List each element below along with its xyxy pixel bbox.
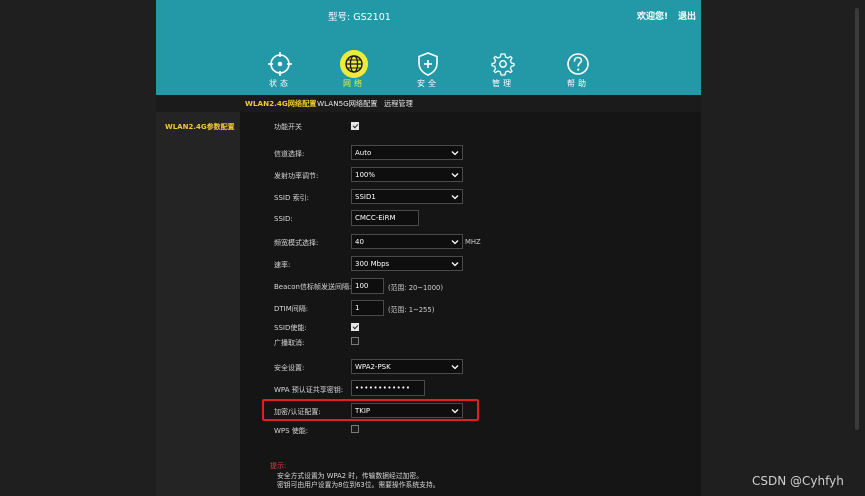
bandwidth-label: 频宽模式选择: [274,239,319,247]
dtim-hint: (范围: 1~255) [388,306,435,314]
ssid-enable-label: SSID使能: [274,324,307,332]
wps-label: WPS 使能: [274,427,309,435]
chevron-down-icon [451,173,459,178]
logout-link[interactable]: 退出 [678,9,696,22]
nav-management[interactable]: 管理 [479,50,527,89]
nav-label-help: 帮助 [567,79,589,88]
sidebar: WLAN2.4G参数配置 [156,112,240,496]
power-select[interactable]: 100% [351,167,463,182]
channel-select[interactable]: Auto [351,145,463,160]
model-label: 型号: GS2101 [328,12,391,23]
sub-tab-bar [156,95,701,112]
security-value: WPA2-PSK [355,363,391,371]
tab-wlan5g[interactable]: WLAN5G网络配置 [317,99,377,109]
nav-label-management: 管理 [492,79,514,88]
wps-checkbox[interactable] [351,425,359,433]
ssid-enable-checkbox[interactable] [351,323,359,331]
globe-icon [340,50,368,78]
tip-line-2: 密钥可由用户设置为8位到63位。需要操作系统支持。 [277,481,440,489]
ssid-index-label: SSID 索引: [274,194,309,202]
shield-plus-icon [418,52,438,76]
router-admin-page: 型号: GS2101 欢迎您! 退出 状态 网络 安全 管理 帮助 WLAN2.… [156,0,701,496]
power-label: 发射功率调节: [274,172,319,180]
rate-label: 速率: [274,261,291,269]
gear-icon [491,53,515,76]
ssid-label: SSID: [274,215,293,223]
channel-label: 信道选择: [274,150,305,158]
tab-remote-management[interactable]: 远程管理 [384,99,413,109]
dtim-label: DTIM间隔: [274,305,309,313]
security-label: 安全设置: [274,364,305,372]
sidebar-item-wlan24g-params[interactable]: WLAN2.4G参数配置 [165,122,235,132]
broadcast-cancel-checkbox[interactable] [351,337,359,345]
beacon-label: Beacon信标帧发送间隔: [274,283,352,291]
nav-security[interactable]: 安全 [404,50,452,89]
chevron-down-icon [451,151,459,156]
bandwidth-select[interactable]: 40 [351,234,463,249]
security-select[interactable]: WPA2-PSK [351,359,463,374]
tab-wlan24g[interactable]: WLAN2.4G网络配置 [245,99,316,109]
rate-value: 300 Mbps [355,260,390,268]
chevron-down-icon [451,240,459,245]
browser-viewport: 型号: GS2101 欢迎您! 退出 状态 网络 安全 管理 帮助 WLAN2.… [0,0,865,496]
ssid-index-select[interactable]: SSID1 [351,189,463,204]
beacon-hint: (范围: 20~1000) [388,284,443,292]
nav-network[interactable]: 网络 [330,50,378,89]
enable-checkbox[interactable] [351,122,359,130]
ssid-index-value: SSID1 [355,193,376,201]
nav-help[interactable]: 帮助 [554,50,602,89]
welcome-text: 欢迎您! [637,12,669,22]
beacon-input[interactable]: 100 [351,278,384,294]
nav-label-status: 状态 [269,79,291,88]
nav-label-security: 安全 [417,79,439,88]
rate-select[interactable]: 300 Mbps [351,256,463,271]
ssid-input[interactable]: CMCC-EiRM [351,210,419,226]
wpa-key-label: WPA 预认证共享密钥: [274,386,344,394]
scrollbar-thumb[interactable] [855,8,859,430]
chevron-down-icon [451,195,459,200]
dtim-input[interactable]: 1 [351,300,384,316]
channel-value: Auto [355,149,372,157]
settings-form: 功能开关 信道选择: Auto 发射功率调节: 100% SSID 索引: SS… [240,112,701,496]
top-header: 型号: GS2101 欢迎您! 退出 状态 网络 安全 管理 帮助 [156,0,701,95]
bandwidth-unit: MHZ [465,238,481,246]
power-value: 100% [355,171,376,179]
wpa-key-input[interactable]: •••••••••••• [351,380,425,396]
broadcast-cancel-label: 广播取消: [274,339,305,347]
chevron-down-icon [451,262,459,267]
watermark: CSDN @Cyhfyh [752,474,844,488]
bandwidth-value: 40 [355,238,364,246]
enable-label: 功能开关 [274,123,302,131]
annotation-highlight-box [262,399,479,421]
question-icon [567,53,589,75]
chevron-down-icon [451,365,459,370]
nav-status[interactable]: 状态 [256,50,304,89]
target-icon [268,52,292,76]
nav-label-network: 网络 [343,79,365,88]
